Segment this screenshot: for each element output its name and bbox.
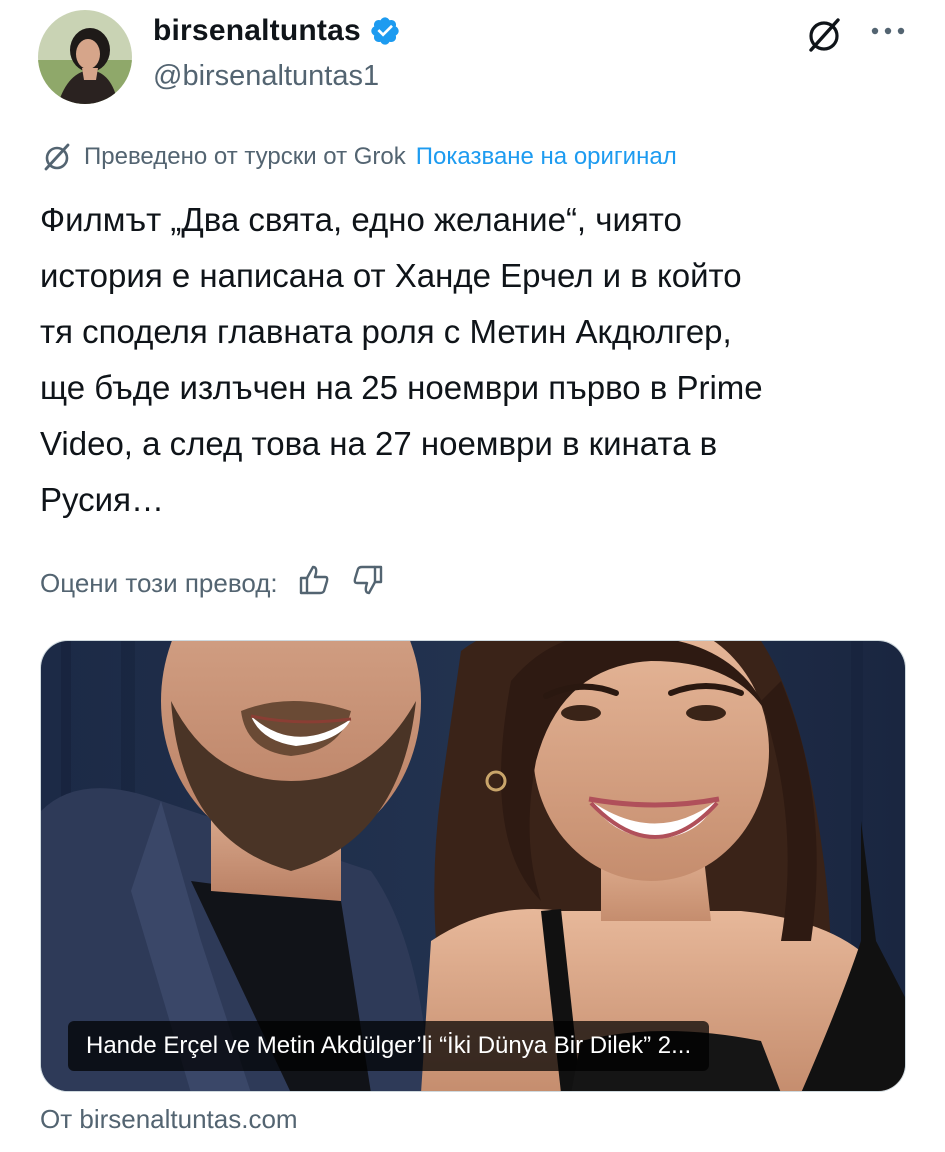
translation-label: Преведено от турски от Grok (84, 143, 406, 170)
translation-row: Преведено от турски от Grok Показване на… (40, 140, 677, 174)
more-icon[interactable] (868, 24, 908, 38)
thumbs-down-icon[interactable] (350, 562, 386, 605)
tweet-text-line: ще бъде излъчен на 25 ноември първо в Pr… (40, 369, 763, 406)
show-original-link[interactable]: Показване на оригинал (416, 143, 677, 171)
tweet-text-line: Русия… (40, 481, 164, 518)
author-name-row: birsenaltuntas (153, 14, 401, 48)
tweet-text-line: Video, а след това на 27 ноември в кинат… (40, 425, 718, 462)
tweet-text-line: история е написана от Ханде Ерчел и в ко… (40, 257, 742, 294)
media-card[interactable]: Hande Erçel ve Metin Akdülger’li “İki Dü… (40, 640, 906, 1092)
tweet-text: Филмът „Два свята, едно желание“, чиято … (40, 192, 920, 528)
verified-badge-icon (369, 15, 401, 47)
avatar[interactable] (38, 10, 132, 104)
tweet-text-line: тя споделя главната роля с Метин Акдюлге… (40, 313, 732, 350)
link-source[interactable]: От birsenaltuntas.com (40, 1104, 298, 1135)
rate-translation-row: Оцени този превод: (40, 562, 386, 605)
thumbs-up-icon[interactable] (296, 562, 332, 605)
tweet-text-line: Филмът „Два свята, едно желание“, чиято (40, 201, 682, 238)
author-display-name[interactable]: birsenaltuntas (153, 14, 361, 48)
grok-icon (40, 140, 74, 174)
grok-icon[interactable] (803, 14, 845, 56)
rate-translation-label: Оцени този превод: (40, 568, 278, 598)
tweet-header: birsenaltuntas @birsenaltuntas1 (0, 0, 945, 120)
media-caption: Hande Erçel ve Metin Akdülger’li “İki Dü… (68, 1021, 710, 1071)
author-handle[interactable]: @birsenaltuntas1 (153, 60, 379, 93)
